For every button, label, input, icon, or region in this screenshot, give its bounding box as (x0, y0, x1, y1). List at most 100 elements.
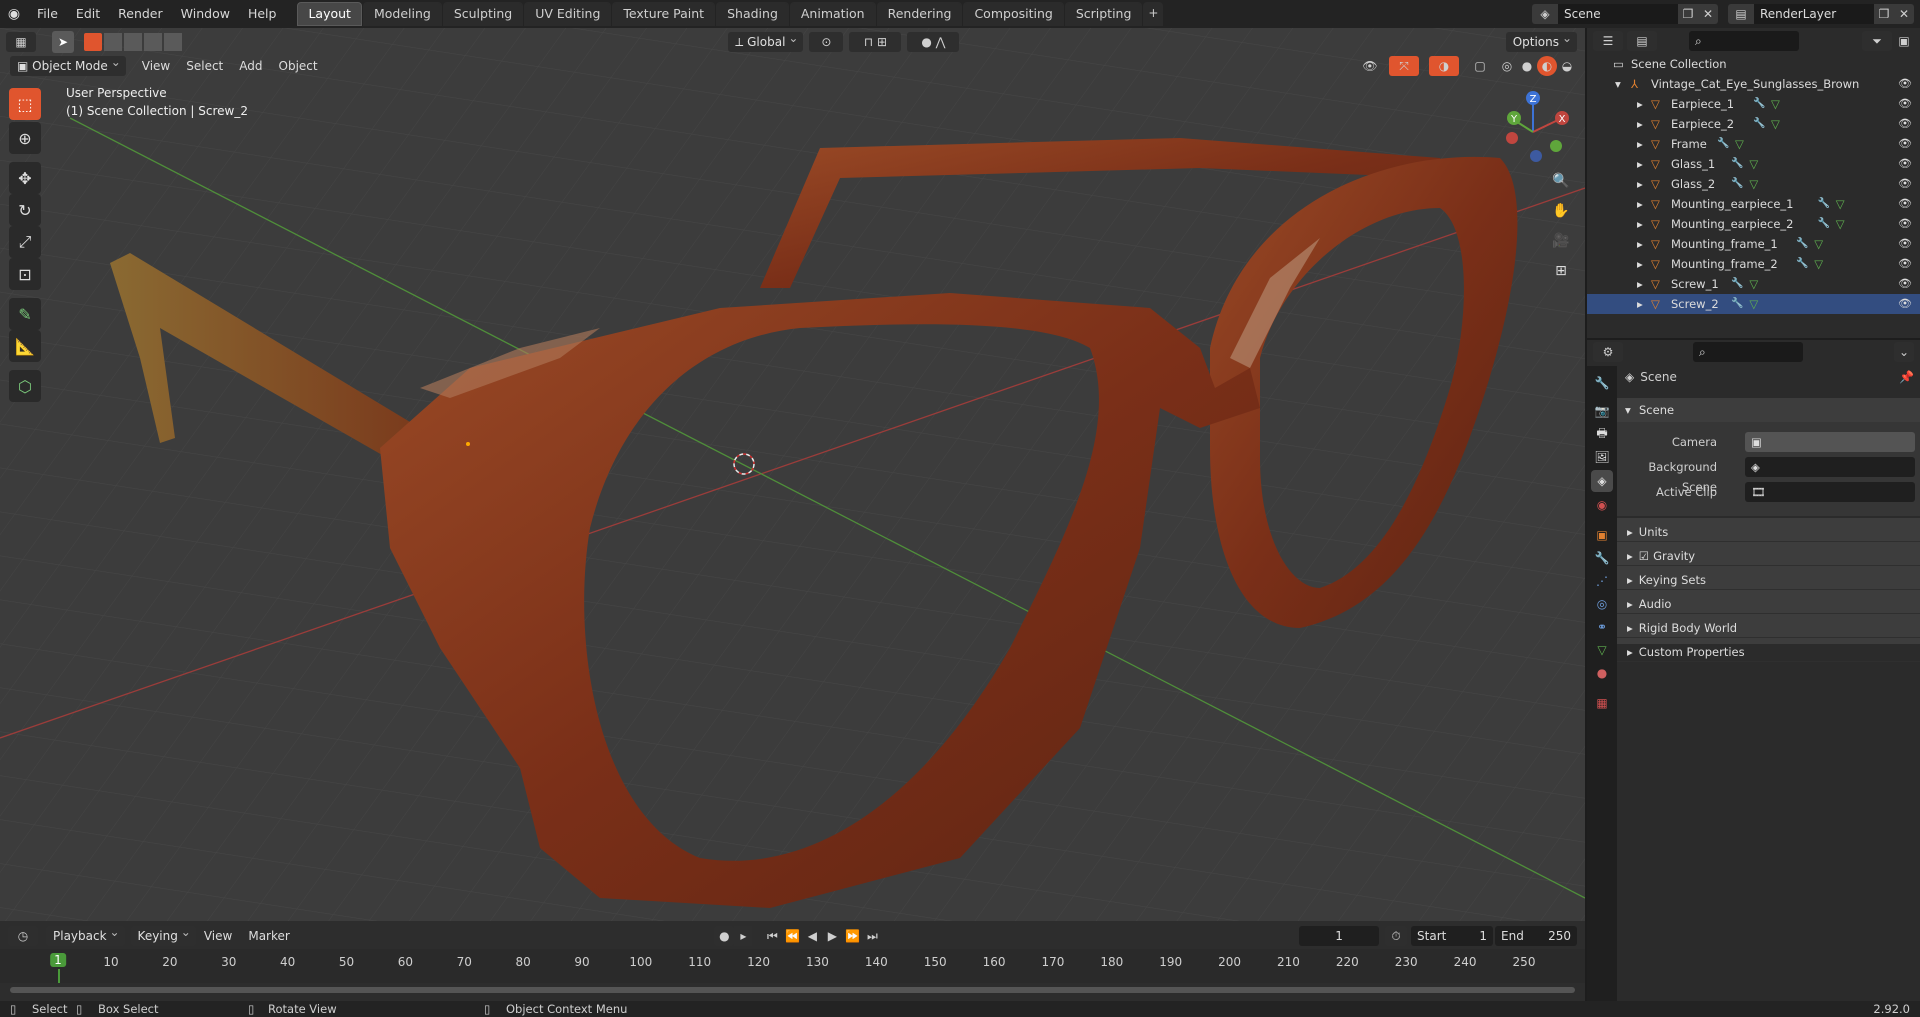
viewport-menu-object[interactable]: Object (271, 59, 326, 73)
modifier-wrench-icon[interactable]: 🔧 (1731, 154, 1743, 174)
transform-tool[interactable]: ⊡ (9, 258, 41, 290)
mesh-data-icon[interactable]: ▽ (1836, 194, 1845, 214)
subpanel-audio[interactable]: ▸ Audio (1617, 594, 1920, 614)
wireframe-shading-icon[interactable]: ◎ (1497, 56, 1517, 76)
expand-icon[interactable]: ▸ (1637, 154, 1643, 174)
overlay-toggle-icon[interactable]: ◑ (1429, 56, 1459, 76)
outliner-item-screw-2[interactable]: ▸ ▽ Screw_2 🔧 ▽ 👁 (1587, 294, 1920, 314)
outliner-scene-collection[interactable]: ▭ Scene Collection (1587, 54, 1920, 74)
tab-sculpting[interactable]: Sculpting (442, 2, 524, 26)
end-frame-field[interactable]: End 250 (1495, 926, 1578, 946)
expand-icon[interactable]: ▸ (1637, 174, 1643, 194)
mesh-data-icon[interactable]: ▽ (1836, 214, 1845, 234)
menu-render[interactable]: Render (109, 0, 172, 28)
pivot-icon[interactable]: ⊙ (809, 32, 844, 52)
preview-range-icon[interactable]: ⏱ (1385, 926, 1408, 946)
select-mode-invert-icon[interactable] (144, 33, 162, 51)
viewport-menu-select[interactable]: Select (178, 59, 231, 73)
mesh-data-icon[interactable]: ▽ (1771, 94, 1780, 114)
jump-start-icon[interactable]: ⏮ (762, 929, 782, 944)
outliner-collection[interactable]: ▾ ⅄ Vintage_Cat_Eye_Sunglasses_Brown 👁 (1587, 74, 1920, 94)
move-tool[interactable]: ✥ (9, 162, 41, 194)
outliner-item-frame[interactable]: ▸ ▽ Frame 🔧 ▽ 👁 (1587, 134, 1920, 154)
annotate-tool[interactable]: ✎ (9, 298, 41, 330)
gizmo-toggle-icon[interactable]: ⤧ (1389, 56, 1419, 76)
modifier-wrench-icon[interactable]: 🔧 (1717, 134, 1729, 154)
current-frame-field[interactable]: 1 (1299, 926, 1380, 946)
expand-icon[interactable]: ▸ (1637, 194, 1643, 214)
blender-logo-icon[interactable]: ◉ (0, 6, 28, 22)
options-dropdown[interactable]: Options (1505, 28, 1578, 52)
outliner-item-glass-2[interactable]: ▸ ▽ Glass_2 🔧 ▽ 👁 (1587, 174, 1920, 194)
viewport-scene[interactable] (0, 28, 1585, 921)
timeline-marker-menu[interactable]: Marker (240, 929, 297, 943)
texture-tab-icon[interactable]: ▦ (1591, 692, 1613, 714)
mesh-data-icon[interactable]: ▽ (1749, 154, 1758, 174)
tab-layout[interactable]: Layout (297, 2, 362, 26)
renderlayer-selector[interactable]: ▤ RenderLayer ❐ ✕ (1728, 4, 1914, 24)
timeline[interactable]: ◷ Playback Keying View Marker ● ▸ ⏮ ⏪ ◀ … (0, 921, 1585, 1001)
filter-icon[interactable]: ⏷ (1862, 31, 1892, 51)
record-icon[interactable]: ● (714, 926, 735, 946)
snap-icon[interactable]: ⊓ ⊞ (849, 32, 902, 52)
modifier-wrench-icon[interactable]: 🔧 (1818, 194, 1830, 214)
close-scene-icon[interactable]: ✕ (1698, 4, 1718, 24)
active-clip-field[interactable]: 🎞 (1745, 482, 1915, 502)
editor-type-icon[interactable]: ▦ (6, 32, 36, 52)
eye-icon[interactable]: 👁 (1898, 294, 1912, 314)
subpanel-custom-properties[interactable]: ▸ Custom Properties (1617, 642, 1920, 662)
physics-tab-icon[interactable]: ◎ (1591, 593, 1613, 615)
solid-shading-icon[interactable]: ● (1517, 56, 1537, 76)
modifier-tab-icon[interactable]: 🔧 (1591, 547, 1613, 569)
gravity-checkbox[interactable]: ☑ (1639, 549, 1649, 563)
expand-icon[interactable]: ▸ (1637, 214, 1643, 234)
current-frame-marker[interactable]: 1 (50, 953, 66, 967)
measure-tool[interactable]: 📐 (9, 330, 41, 362)
rotate-tool[interactable]: ↻ (9, 194, 41, 226)
ortho-toggle-icon[interactable]: ⊞ (1548, 258, 1574, 284)
data-tab-icon[interactable]: ▽ (1591, 639, 1613, 661)
mesh-data-icon[interactable]: ▽ (1735, 134, 1744, 154)
subpanel-gravity[interactable]: ▸ ☑ Gravity (1617, 546, 1920, 566)
eye-icon[interactable]: 👁 (1898, 214, 1912, 234)
eye-icon[interactable]: 👁 (1898, 94, 1912, 114)
select-mode-subtract-icon[interactable] (124, 33, 142, 51)
eye-icon[interactable]: 👁 (1898, 154, 1912, 174)
subpanel-units[interactable]: ▸ Units (1617, 522, 1920, 542)
outliner-item-glass-1[interactable]: ▸ ▽ Glass_1 🔧 ▽ 👁 (1587, 154, 1920, 174)
menu-help[interactable]: Help (239, 0, 286, 28)
tab-texture-paint[interactable]: Texture Paint (612, 2, 716, 26)
menu-edit[interactable]: Edit (67, 0, 109, 28)
auto-key-options-icon[interactable]: ▸ (734, 926, 753, 946)
modifier-wrench-icon[interactable]: 🔧 (1818, 214, 1830, 234)
scene-panel-header[interactable]: ▾ Scene (1617, 398, 1920, 422)
outliner-item-earpiece-1[interactable]: ▸ ▽ Earpiece_1 🔧 ▽ 👁 (1587, 94, 1920, 114)
tab-shading[interactable]: Shading (716, 2, 789, 26)
eye-icon[interactable]: 👁 (1898, 274, 1912, 294)
tab-uv-editing[interactable]: UV Editing (524, 2, 612, 26)
eye-icon[interactable]: 👁 (1898, 194, 1912, 214)
object-tab-icon[interactable]: ▣ (1591, 524, 1613, 546)
visibility-icon[interactable]: 👁 (1355, 56, 1385, 76)
render-tab-icon[interactable]: 📷 (1591, 400, 1613, 422)
output-tab-icon[interactable]: 🖶 (1591, 423, 1613, 445)
add-workspace-button[interactable]: + (1143, 2, 1164, 26)
outliner-editor-icon[interactable]: ☰ (1593, 31, 1623, 51)
xray-icon[interactable]: ▢ (1469, 56, 1491, 76)
camera-field[interactable]: ▣ (1745, 432, 1915, 452)
tab-compositing[interactable]: Compositing (963, 2, 1064, 26)
world-tab-icon[interactable]: ◉ (1591, 494, 1613, 516)
mesh-data-icon[interactable]: ▽ (1771, 114, 1780, 134)
camera-view-icon[interactable]: 🎥 (1548, 228, 1574, 254)
outliner[interactable]: ☰ ▤ ⌕ ⏷ ▣ ▭ Scene Collection ▾ ⅄ Vintage_Cat… (1587, 28, 1920, 338)
pan-hand-icon[interactable]: ✋ (1548, 198, 1574, 224)
start-frame-field[interactable]: Start 1 (1411, 926, 1494, 946)
mesh-data-icon[interactable]: ▽ (1749, 274, 1758, 294)
scale-tool[interactable]: ⤢ (9, 226, 41, 258)
jump-end-icon[interactable]: ⏭ (862, 929, 882, 944)
tab-rendering[interactable]: Rendering (876, 2, 963, 26)
eye-icon[interactable]: 👁 (1898, 134, 1912, 154)
tab-scripting[interactable]: Scripting (1064, 2, 1143, 26)
outliner-search-input[interactable]: ⌕ (1689, 31, 1799, 51)
frame-ruler[interactable]: 1 10 20 30 40 50 60 70 80 90 100 110 120 130 140 150 160… (0, 949, 1585, 983)
